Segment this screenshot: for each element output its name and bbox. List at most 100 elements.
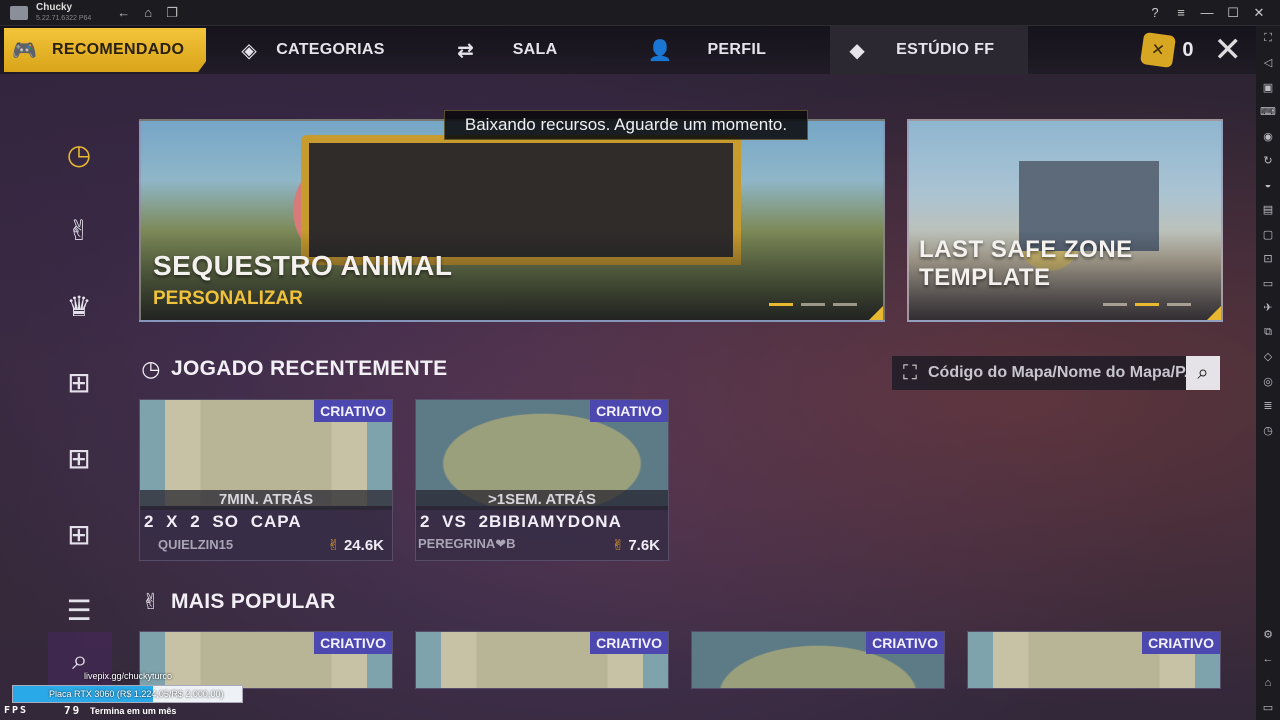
map-card[interactable]: CRIATIVO 7MIN. ATRÁS 2 X 2 SO CAPA QUIEL… <box>139 399 393 561</box>
volume-icon[interactable]: ◁ <box>1256 51 1280 76</box>
carousel-dot[interactable] <box>769 303 793 306</box>
layers-side-icon[interactable]: ≣ <box>1256 394 1280 419</box>
sidebar-item-featured[interactable]: ♛ <box>44 268 114 344</box>
capture-icon[interactable]: ⊡ <box>1256 247 1280 272</box>
map-name: 2 VS 2BIBIAMYDONA <box>420 512 622 531</box>
app-title: Chucky 5.22.71.6322 P64 <box>36 3 91 23</box>
loading-toast: Baixando recursos. Aguarde um momento. <box>444 110 808 140</box>
room-icon: ⇄ <box>457 39 475 62</box>
close-icon[interactable]: ✕ <box>1214 33 1243 67</box>
minimize-button[interactable]: — <box>1194 0 1220 26</box>
user-icon: 👤 <box>647 39 674 62</box>
carousel-dot[interactable] <box>833 303 857 306</box>
section-label: MAIS POPULAR <box>171 590 336 613</box>
back-side-icon[interactable]: ← <box>1256 647 1280 672</box>
left-sidebar: ◷ ✌ ♛ ⊞ ⊞ ⊞ ☰ <box>44 116 114 686</box>
map-likes: ✌ 7.6K <box>611 536 660 555</box>
likes-count: 7.6K <box>628 536 660 554</box>
grid-icon: ⊞ <box>67 442 91 474</box>
sync-icon[interactable]: ↻ <box>1256 149 1280 174</box>
tab-recomendado[interactable]: 🎮 RECOMENDADO <box>4 28 207 72</box>
sidebar-item-grid-3[interactable]: ⊞ <box>44 496 114 572</box>
map-card[interactable]: CRIATIVO <box>691 631 945 689</box>
search-icon[interactable]: ⌕ <box>1186 356 1220 390</box>
sidebar-item-recent[interactable]: ◷ <box>44 116 114 192</box>
tab-categorias[interactable]: ◈ CATEGORIAS <box>216 26 404 74</box>
donation-url: livepix.gg/chuckyturco <box>84 671 173 681</box>
like-hand-icon: ✌ <box>141 589 161 614</box>
grid-star-icon: ⊞ <box>67 518 91 550</box>
map-card[interactable]: CRIATIVO >1SEM. ATRÁS 2 VS 2BIBIAMYDONA … <box>415 399 669 561</box>
coin-count: 0 <box>1182 38 1194 61</box>
map-card[interactable]: CRIATIVO <box>415 631 669 689</box>
banner-title: LAST SAFE ZONE TEMPLATE <box>919 236 1133 291</box>
copy-icon[interactable]: ⧉ <box>1256 320 1280 345</box>
map-likes: ✌ 24.6K <box>327 536 384 555</box>
creative-tag: CRIATIVO <box>314 400 392 422</box>
map-card[interactable]: CRIATIVO <box>967 631 1221 689</box>
carousel-dot[interactable] <box>801 303 825 306</box>
map-author: PEREGRINA❤B <box>418 536 516 551</box>
like-hand-icon: ✌ <box>327 537 340 554</box>
sidebar-item-grid-1[interactable]: ⊞ <box>44 344 114 420</box>
creative-tag: CRIATIVO <box>590 632 668 654</box>
section-label: JOGADO RECENTEMENTE <box>171 357 448 380</box>
multi-window-icon[interactable]: ❐ <box>166 5 178 21</box>
sidebar-item-grid-2[interactable]: ⊞ <box>44 420 114 496</box>
close-window-button[interactable]: ✕ <box>1246 0 1272 26</box>
eraser-icon[interactable]: ◇ <box>1256 345 1280 370</box>
record-icon[interactable]: ▤ <box>1256 198 1280 223</box>
played-ago: 7MIN. ATRÁS <box>140 490 392 510</box>
likes-count: 24.6K <box>343 536 384 554</box>
folder-icon[interactable]: ▭ <box>1256 271 1280 296</box>
map-name: 2 X 2 SO CAPA <box>144 512 302 531</box>
tab-sala[interactable]: ⇄ SALA <box>433 26 578 74</box>
back-icon[interactable]: ← <box>117 5 130 21</box>
macro-icon[interactable]: ◉ <box>1256 124 1280 149</box>
sidebar-item-popular[interactable]: ✌ <box>44 192 114 268</box>
carousel-dot[interactable] <box>1135 303 1159 306</box>
home-icon[interactable]: ⌂ <box>144 5 152 21</box>
layers-icon: ◈ <box>241 39 258 62</box>
like-hand-icon: ✌ <box>611 537 625 554</box>
settings-icon[interactable]: ⚙ <box>1256 622 1280 647</box>
help-button[interactable]: ? <box>1142 0 1168 26</box>
tab-label: PERFIL <box>707 41 767 58</box>
banner-title: SEQUESTRO ANIMAL <box>153 250 453 281</box>
like-hand-icon: ✌ <box>67 214 91 246</box>
screenshot-icon[interactable]: ▢ <box>1256 222 1280 247</box>
recent-apps-icon[interactable]: ▭ <box>1256 696 1280 720</box>
map-card[interactable]: CRIATIVO <box>139 631 393 689</box>
carousel-dot[interactable] <box>1103 303 1127 306</box>
creative-tag: CRIATIVO <box>866 632 944 654</box>
tab-estudio-ff[interactable]: ◆ ESTÚDIO FF <box>830 26 1029 74</box>
banner-sequestro-animal[interactable]: SEQUESTRO ANIMAL PERSONALIZAR <box>139 119 885 322</box>
carousel-dots <box>1103 303 1191 306</box>
location-icon[interactable]: ◎ <box>1256 369 1280 394</box>
coin-balance[interactable]: ✕ 0 <box>1140 31 1194 69</box>
creative-tag: CRIATIVO <box>314 632 392 654</box>
tab-perfil[interactable]: 👤 PERFIL <box>627 26 786 74</box>
gamepad-icon: 🎮 <box>12 39 38 62</box>
tab-label: ESTÚDIO FF <box>896 41 995 58</box>
controller-icon[interactable]: ◒ <box>1256 173 1280 198</box>
screen-icon[interactable]: ▣ <box>1256 75 1280 100</box>
scan-code-icon[interactable]: ⛶ <box>892 362 928 385</box>
clock-side-icon[interactable]: ◷ <box>1256 418 1280 443</box>
map-author: QUIELZIN15 <box>158 537 234 552</box>
banner-last-safe-zone[interactable]: LAST SAFE ZONE TEMPLATE <box>907 119 1223 322</box>
search-input[interactable] <box>928 356 1186 390</box>
maximize-button[interactable]: ☐ <box>1220 0 1246 26</box>
banner-subtitle: PERSONALIZAR <box>153 288 303 309</box>
menu-button[interactable]: ≡ <box>1168 0 1194 26</box>
grid-icon: ⊞ <box>67 366 91 398</box>
home-side-icon[interactable]: ⌂ <box>1256 671 1280 696</box>
banner-corner <box>869 306 883 320</box>
titlebar-nav: ← ⌂ ❐ <box>117 5 178 21</box>
carousel-dots <box>769 303 857 306</box>
tab-label: CATEGORIAS <box>276 41 385 58</box>
keyboard-icon[interactable]: ⌨ <box>1256 100 1280 125</box>
carousel-dot[interactable] <box>1167 303 1191 306</box>
airplane-icon[interactable]: ✈ <box>1256 296 1280 321</box>
fullscreen-icon[interactable]: ⛶ <box>1256 26 1280 51</box>
